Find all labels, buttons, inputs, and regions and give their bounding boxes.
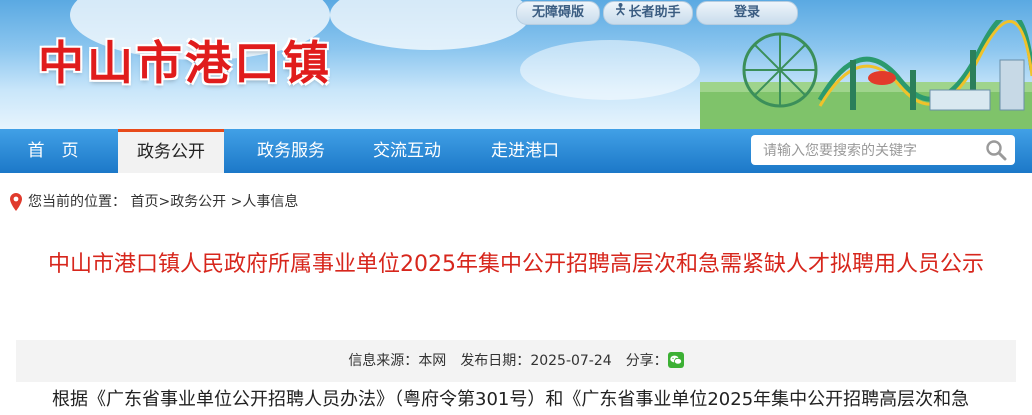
login-label: 登录 bbox=[733, 5, 760, 20]
source-label: 信息来源： bbox=[348, 353, 419, 369]
elder-helper-button[interactable]: 长者助手 bbox=[603, 1, 693, 25]
site-banner: 中山市港口镇 bbox=[0, 0, 1032, 129]
banner-cloud bbox=[520, 40, 700, 100]
nav-item-interaction[interactable]: 交流互动 bbox=[354, 129, 460, 173]
article-body-paragraph: 根据《广东省事业单位公开招聘人员办法》（粤府令第301号）和《广东省事业单位20… bbox=[52, 389, 970, 410]
search-icon[interactable] bbox=[985, 139, 1007, 161]
breadcrumb-trail: 您当前的位置： 首页>政务公开 >人事信息 bbox=[28, 190, 298, 214]
article-meta: 信息来源：本网 发布日期：2025-07-24 分享： bbox=[16, 340, 1016, 382]
breadcrumb-separator: > bbox=[230, 194, 243, 210]
share-label: 分享： bbox=[625, 353, 668, 369]
breadcrumb-prefix: 您当前的位置： bbox=[28, 194, 126, 210]
breadcrumb-link-personnel[interactable]: 人事信息 bbox=[242, 194, 298, 210]
site-title: 中山市港口镇 bbox=[38, 36, 332, 90]
search-box bbox=[751, 135, 1015, 165]
location-pin-icon bbox=[10, 193, 22, 211]
login-button[interactable]: 登录 bbox=[696, 1, 798, 25]
nav-item-label: 首 页 bbox=[27, 141, 79, 161]
nav-item-label: 交流互动 bbox=[373, 141, 441, 161]
elder-helper-label: 长者助手 bbox=[628, 5, 681, 20]
nav-item-label: 政务服务 bbox=[257, 141, 325, 161]
nav-item-home[interactable]: 首 页 bbox=[0, 129, 106, 173]
nav-item-government-services[interactable]: 政务服务 bbox=[238, 129, 344, 173]
publish-date: 2025-07-24 bbox=[530, 353, 612, 369]
accessibility-person-icon bbox=[615, 2, 626, 24]
nav-item-government-affairs[interactable]: 政务公开 bbox=[118, 129, 224, 173]
breadcrumb-link-home[interactable]: 首页 bbox=[130, 194, 158, 210]
accessibility-button[interactable]: 无障碍版 bbox=[516, 1, 600, 25]
breadcrumb-separator: > bbox=[158, 194, 171, 210]
date-label: 发布日期： bbox=[460, 353, 531, 369]
nav-item-label: 政务公开 bbox=[137, 142, 205, 162]
nav-item-label: 走进港口 bbox=[491, 141, 559, 161]
wechat-icon[interactable] bbox=[667, 352, 684, 368]
accessibility-label: 无障碍版 bbox=[531, 5, 584, 20]
search-input[interactable] bbox=[761, 139, 985, 163]
amusement-park-illustration bbox=[700, 20, 1032, 129]
banner-cloud bbox=[330, 0, 530, 50]
article-title: 中山市港口镇人民政府所属事业单位2025年集中公开招聘高层次和急需紧缺人才拟聘用… bbox=[48, 252, 984, 277]
nav-item-about-gangkou[interactable]: 走进港口 bbox=[472, 129, 578, 173]
breadcrumb-link-government-affairs[interactable]: 政务公开 bbox=[170, 194, 226, 210]
source-value: 本网 bbox=[418, 353, 447, 369]
